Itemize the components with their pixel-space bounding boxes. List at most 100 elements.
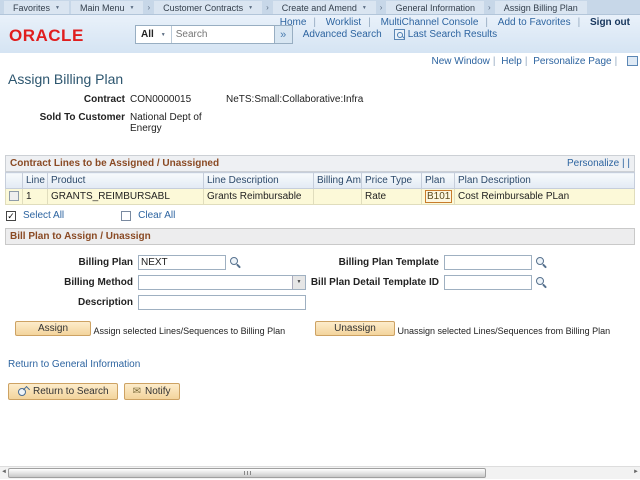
grid-header-row: Line Product Line Description Billing Am… [6,173,635,189]
bill-plan-detail-template-pair: Bill Plan Detail Template ID [292,272,548,292]
breadcrumb-label: Customer Contracts [163,3,243,13]
unassign-button[interactable]: Unassign [315,321,395,336]
billing-plan-field[interactable] [138,255,226,270]
clear-all-icon[interactable] [121,211,131,221]
advanced-search-link[interactable]: Advanced Search [303,29,382,40]
breadcrumb-create-and-amend[interactable]: Create and Amend ▼ [273,1,376,14]
column-header-plan-description: Plan Description [455,173,635,189]
chevron-down-icon: ▼ [130,5,135,11]
chevron-down-icon: ▼ [55,5,60,11]
search-box: All ▼ » [135,25,293,44]
table-row: 1 GRANTS_REIMBURSABL Grants Reimbursable… [6,189,635,205]
select-all-icon[interactable]: ✓ [6,211,16,221]
contract-value: CON0000015 [130,94,226,105]
chevron-down-icon: ▼ [248,5,253,11]
breadcrumb-label: Assign Billing Plan [504,3,578,13]
footer-toolbar: Return to Search ✉ Notify [8,383,640,400]
sign-out-link[interactable]: Sign out [583,17,636,28]
breadcrumb-general-information[interactable]: General Information [386,1,484,14]
breadcrumb-separator: › [144,0,153,14]
last-search-results-label: Last Search Results [408,29,498,40]
billing-plan-template-field[interactable] [444,255,532,270]
contract-label: Contract [0,94,130,105]
last-search-results[interactable]: Last Search Results [394,29,498,40]
billing-plan-lookup-icon[interactable] [229,256,242,269]
bill-plan-detail-template-lookup-icon[interactable] [535,276,548,289]
add-to-favorites-link[interactable]: Add to Favorites [491,17,578,28]
divider: | [578,17,581,28]
scroll-left-icon[interactable]: ◄ [1,469,7,475]
search-go-button[interactable]: » [274,26,292,43]
billing-method-label: Billing Method [5,277,138,288]
plan-link[interactable]: B101 [425,190,452,203]
plan-cell: B101 [422,189,455,205]
row-select-cell [6,189,23,205]
customer-info-row: Sold To Customer National Dept of Energy [0,112,640,134]
clear-all-group: Clear All [121,210,175,221]
page-title: Assign Billing Plan [8,71,640,87]
bill-plan-detail-template-label: Bill Plan Detail Template ID [292,277,444,288]
help-link[interactable]: Help [501,56,522,67]
search-scope-dropdown[interactable]: All ▼ [136,26,172,43]
select-column-header [6,173,23,189]
return-to-general-information-link[interactable]: Return to General Information [8,359,640,370]
bill-plan-section: Bill Plan to Assign / Unassign Billing P… [5,228,635,338]
unassign-caption: Unassign selected Lines/Sequences from B… [398,326,611,336]
select-all-link[interactable]: Select All [23,210,64,221]
product-cell: GRANTS_REIMBURSABL [48,189,204,205]
billing-plan-template-pair: Billing Plan Template [292,252,548,272]
return-to-search-icon [17,386,29,398]
divider: | [522,56,531,67]
description-field[interactable] [138,295,306,310]
divider: | [490,56,499,67]
page-options-icon[interactable] [627,56,638,66]
return-to-search-label: Return to Search [33,386,109,397]
sold-to-customer-label: Sold To Customer [0,112,130,134]
personalize-page-link[interactable]: Personalize Page [533,56,611,67]
bill-plan-section-header: Bill Plan to Assign / Unassign [5,228,635,245]
description-label: Description [5,297,138,308]
personalize-grid: Personalize | | [567,158,630,169]
select-controls: ✓ Select All Clear All [6,210,640,221]
new-window-link[interactable]: New Window [432,56,490,67]
breadcrumb-label: Create and Amend [282,3,357,13]
column-header-plan: Plan [422,173,455,189]
personalize-link[interactable]: Personalize [567,158,619,169]
assign-button[interactable]: Assign [15,321,91,336]
plan-description-cell: Cost Reimbursable PLan [455,189,635,205]
bill-plan-detail-template-field[interactable] [444,275,532,290]
contract-lines-section-header: Contract Lines to be Assigned / Unassign… [5,155,635,172]
billing-plan-template-lookup-icon[interactable] [535,256,548,269]
column-header-product: Product [48,173,204,189]
divider: | [612,56,621,67]
header-band: Home| Worklist| MultiChannel Console| Ad… [0,15,640,53]
assign-actions: Assign Assign selected Lines/Sequences t… [15,321,635,338]
search-input[interactable] [172,26,274,43]
row-checkbox[interactable] [9,191,19,201]
breadcrumb-label: Favorites [13,3,50,13]
contract-description: NeTS:Small:Collaborative:Infra [226,94,363,105]
scrollbar-grip [247,471,248,475]
breadcrumb-favorites[interactable]: Favorites ▼ [4,1,69,14]
contract-lines-section: Contract Lines to be Assigned / Unassign… [5,155,635,205]
breadcrumb-customer-contracts[interactable]: Customer Contracts ▼ [154,1,262,14]
horizontal-scrollbar[interactable]: ◄ ► [0,466,640,479]
oracle-logo: ORACLE [9,26,84,46]
scroll-right-icon[interactable]: ► [633,469,639,475]
search-bar: All ▼ » Advanced Search Last Search Resu… [135,25,497,44]
breadcrumb-label: Main Menu [80,3,125,13]
billing-plan-template-label: Billing Plan Template [292,257,444,268]
sold-to-customer-value: National Dept of Energy [130,112,226,134]
breadcrumb-main-menu[interactable]: Main Menu ▼ [71,1,143,14]
line-description-cell: Grants Reimbursable [204,189,314,205]
scrollbar-thumb[interactable] [8,468,486,478]
notify-button[interactable]: ✉ Notify [124,383,180,400]
notify-label: Notify [145,386,171,397]
contract-info-row: Contract CON0000015 NeTS:Small:Collabora… [0,94,640,105]
clear-all-link[interactable]: Clear All [138,210,175,221]
personalize-trailing: | | [622,158,630,169]
breadcrumb-assign-billing-plan[interactable]: Assign Billing Plan [495,1,587,14]
return-to-search-button[interactable]: Return to Search [8,383,118,400]
billing-method-select[interactable]: ▼ [138,275,306,290]
envelope-icon: ✉ [133,386,141,397]
